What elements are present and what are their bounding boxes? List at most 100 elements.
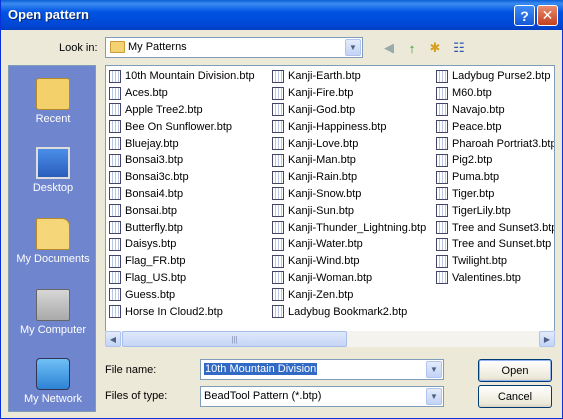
new-folder-icon[interactable]: ✱ bbox=[425, 38, 445, 58]
btp-file-icon bbox=[109, 237, 121, 251]
file-item[interactable]: Ladybug Purse2.btp bbox=[436, 68, 554, 85]
btp-file-icon bbox=[109, 103, 121, 117]
place-my-documents[interactable]: My Documents bbox=[9, 218, 97, 265]
file-item[interactable]: Daisys.btp bbox=[109, 236, 255, 253]
file-item[interactable]: Pig2.btp bbox=[436, 152, 554, 169]
file-item[interactable]: M60.btp bbox=[436, 85, 554, 102]
btp-file-icon bbox=[436, 204, 448, 218]
file-name: Kanji-Thunder_Lightning.btp bbox=[288, 221, 427, 234]
up-folder-icon[interactable]: ↑ bbox=[402, 38, 422, 58]
file-item[interactable]: Bonsai4.btp bbox=[109, 186, 255, 203]
file-item[interactable]: Kanji-Rain.btp bbox=[272, 169, 426, 186]
chevron-down-icon[interactable]: ▼ bbox=[426, 388, 442, 405]
files-of-type-dropdown[interactable]: BeadTool Pattern (*.btp) ▼ bbox=[200, 386, 444, 407]
btp-file-icon bbox=[272, 153, 284, 167]
file-name: Flag_FR.btp bbox=[125, 255, 186, 268]
file-item[interactable]: Kanji-Fire.btp bbox=[272, 85, 426, 102]
file-name: Daisys.btp bbox=[125, 238, 177, 251]
file-item[interactable]: Bee On Sunflower.btp bbox=[109, 118, 255, 135]
file-item[interactable]: Twilight.btp bbox=[436, 253, 554, 270]
chevron-down-icon[interactable]: ▼ bbox=[426, 361, 442, 378]
btp-file-icon bbox=[272, 86, 284, 100]
file-item[interactable]: Kanji-Earth.btp bbox=[272, 68, 426, 85]
btp-file-icon bbox=[109, 288, 121, 302]
close-button[interactable]: ✕ bbox=[537, 5, 558, 26]
views-menu-icon[interactable]: ☷ bbox=[449, 38, 469, 58]
file-item[interactable]: Butterfly.btp bbox=[109, 219, 255, 236]
my-documents-icon bbox=[36, 218, 70, 250]
cancel-button[interactable]: Cancel bbox=[478, 385, 552, 408]
file-item[interactable]: Apple Tree2.btp bbox=[109, 102, 255, 119]
btp-file-icon bbox=[109, 254, 121, 268]
file-item[interactable]: Bonsai3.btp bbox=[109, 152, 255, 169]
file-item[interactable]: Kanji-Water.btp bbox=[272, 236, 426, 253]
btp-file-icon bbox=[272, 237, 284, 251]
file-item[interactable]: Kanji-Wind.btp bbox=[272, 253, 426, 270]
place-desktop[interactable]: Desktop bbox=[9, 147, 97, 194]
btp-file-icon bbox=[272, 305, 284, 319]
file-item[interactable]: Bonsai.btp bbox=[109, 202, 255, 219]
file-item[interactable]: Tree and Sunset.btp bbox=[436, 236, 554, 253]
back-icon[interactable]: ◀ bbox=[379, 38, 399, 58]
file-item[interactable]: Flag_US.btp bbox=[109, 270, 255, 287]
file-item[interactable]: 10th Mountain Division.btp bbox=[109, 68, 255, 85]
my-network-icon bbox=[36, 358, 70, 390]
file-name-input[interactable]: 10th Mountain Division ▼ bbox=[200, 359, 444, 380]
file-item[interactable]: Kanji-Snow.btp bbox=[272, 186, 426, 203]
scroll-right-icon[interactable]: ▶ bbox=[539, 331, 555, 347]
files-of-type-label: Files of type: bbox=[105, 390, 168, 402]
close-icon: ✕ bbox=[541, 7, 554, 23]
look-in-dropdown[interactable]: My Patterns ▼ bbox=[105, 37, 363, 58]
file-name: Butterfly.btp bbox=[125, 221, 183, 234]
place-my-network[interactable]: My Network bbox=[9, 358, 97, 405]
scroll-thumb[interactable]: ||| bbox=[122, 331, 347, 347]
file-item[interactable]: Guess.btp bbox=[109, 286, 255, 303]
look-in-label: Look in: bbox=[59, 42, 98, 54]
btp-file-icon bbox=[436, 153, 448, 167]
file-item[interactable]: Horse In Cloud2.btp bbox=[109, 303, 255, 320]
desktop-icon bbox=[36, 147, 70, 179]
file-item[interactable]: Tiger.btp bbox=[436, 186, 554, 203]
file-name: Peace.btp bbox=[452, 120, 502, 133]
file-item[interactable]: Kanji-Man.btp bbox=[272, 152, 426, 169]
file-item[interactable]: Pharoah Portriat3.btp bbox=[436, 135, 554, 152]
file-item[interactable]: Kanji-Happiness.btp bbox=[272, 118, 426, 135]
btp-file-icon bbox=[436, 271, 448, 285]
btp-file-icon bbox=[109, 153, 121, 167]
places-bar: Recent Desktop My Documents My Computer … bbox=[8, 65, 96, 412]
scroll-left-icon[interactable]: ◀ bbox=[105, 331, 121, 347]
title-bar[interactable]: Open pattern ? ✕ bbox=[1, 0, 563, 30]
btp-file-icon bbox=[436, 254, 448, 268]
file-item[interactable]: Puma.btp bbox=[436, 169, 554, 186]
file-item[interactable]: Kanji-God.btp bbox=[272, 102, 426, 119]
help-button[interactable]: ? bbox=[514, 5, 535, 26]
file-name: Guess.btp bbox=[125, 288, 176, 301]
file-item[interactable]: Kanji-Thunder_Lightning.btp bbox=[272, 219, 426, 236]
file-item[interactable]: Tree and Sunset3.btp bbox=[436, 219, 554, 236]
horizontal-scrollbar[interactable]: ◀ ||| ▶ bbox=[105, 331, 555, 347]
btp-file-icon bbox=[272, 170, 284, 184]
open-button[interactable]: Open bbox=[478, 359, 552, 382]
chevron-down-icon[interactable]: ▼ bbox=[345, 39, 361, 56]
file-item[interactable]: TigerLily.btp bbox=[436, 202, 554, 219]
place-my-computer[interactable]: My Computer bbox=[9, 289, 97, 336]
file-item[interactable]: Navajo.btp bbox=[436, 102, 554, 119]
file-item[interactable]: Peace.btp bbox=[436, 118, 554, 135]
file-item[interactable]: Kanji-Woman.btp bbox=[272, 270, 426, 287]
file-item[interactable]: Valentines.btp bbox=[436, 270, 554, 287]
btp-file-icon bbox=[272, 254, 284, 268]
btp-file-icon bbox=[272, 103, 284, 117]
file-list[interactable]: 10th Mountain Division.btp Aces.btp Apple … bbox=[105, 65, 555, 347]
file-item[interactable]: Bluejay.btp bbox=[109, 135, 255, 152]
btp-file-icon bbox=[436, 103, 448, 117]
file-item[interactable]: Aces.btp bbox=[109, 85, 255, 102]
btp-file-icon bbox=[436, 120, 448, 134]
place-recent[interactable]: Recent bbox=[9, 78, 97, 125]
file-item[interactable]: Flag_FR.btp bbox=[109, 253, 255, 270]
file-item[interactable]: Ladybug Bookmark2.btp bbox=[272, 303, 426, 320]
file-item[interactable]: Bonsai3c.btp bbox=[109, 169, 255, 186]
file-item[interactable]: Kanji-Zen.btp bbox=[272, 286, 426, 303]
file-item[interactable]: Kanji-Love.btp bbox=[272, 135, 426, 152]
file-item[interactable]: Kanji-Sun.btp bbox=[272, 202, 426, 219]
file-column-1: 10th Mountain Division.btp Aces.btp Apple … bbox=[109, 68, 255, 320]
